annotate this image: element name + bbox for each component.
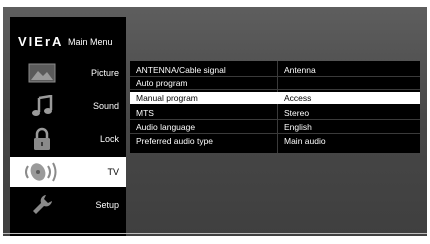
sidebar-item-sound[interactable]: Sound xyxy=(10,91,126,121)
sidebar-item-tv[interactable]: TV xyxy=(10,157,126,187)
bottom-border xyxy=(3,233,427,234)
setting-label: Audio language xyxy=(136,122,196,132)
setting-row-audio-language[interactable]: Audio language English xyxy=(130,121,420,134)
setting-label: ANTENNA/Cable signal xyxy=(136,65,226,75)
sidebar-item-label: Lock xyxy=(99,134,119,144)
row-divider xyxy=(130,89,420,90)
setting-row-mts[interactable]: MTS Stereo xyxy=(130,107,420,120)
picture-icon xyxy=(27,62,57,84)
lock-icon xyxy=(27,127,57,150)
setting-label: MTS xyxy=(136,108,154,118)
setting-row-antenna-cable-signal[interactable]: ANTENNA/Cable signal Antenna xyxy=(130,64,420,77)
sidebar-item-label: Setup xyxy=(95,200,119,210)
music-note-icon xyxy=(27,95,57,117)
tv-settings-panel: ANTENNA/Cable signal Antenna Auto progra… xyxy=(130,61,420,153)
setting-row-preferred-audio-type[interactable]: Preferred audio type Main audio xyxy=(130,135,420,147)
setting-value: Antenna xyxy=(284,65,316,75)
setting-value xyxy=(278,77,420,89)
setting-row-auto-program[interactable]: Auto program xyxy=(130,77,420,90)
satellite-dish-icon xyxy=(22,161,62,183)
sidebar-item-label: Sound xyxy=(92,101,119,111)
setting-value: Stereo xyxy=(284,108,310,118)
setting-value: Access xyxy=(278,92,420,104)
setting-label: Auto program xyxy=(136,78,188,88)
setting-label: Preferred audio type xyxy=(136,136,214,146)
row-divider xyxy=(130,133,420,134)
sidebar-item-lock[interactable]: Lock xyxy=(10,124,126,154)
sidebar-item-label: Picture xyxy=(90,68,119,78)
row-divider xyxy=(130,119,420,120)
setting-row-manual-program[interactable]: Manual program Access xyxy=(130,92,420,104)
sidebar-item-picture[interactable]: Picture xyxy=(10,58,126,88)
brand-logo: VIErA xyxy=(18,34,64,49)
setting-label: Manual program xyxy=(136,93,198,103)
setting-value: English xyxy=(284,122,312,132)
sidebar-item-setup[interactable]: Setup xyxy=(10,190,126,220)
main-menu-title: Main Menu xyxy=(68,37,113,47)
setting-value: Main audio xyxy=(284,136,326,146)
sidebar-item-label: TV xyxy=(107,167,119,177)
main-menu-sidebar: VIErA Main Menu Picture Sound Lock TV Se… xyxy=(10,17,126,236)
wrench-icon xyxy=(27,194,57,216)
tv-screen: VIErA Main Menu Picture Sound Lock TV Se… xyxy=(3,7,427,236)
